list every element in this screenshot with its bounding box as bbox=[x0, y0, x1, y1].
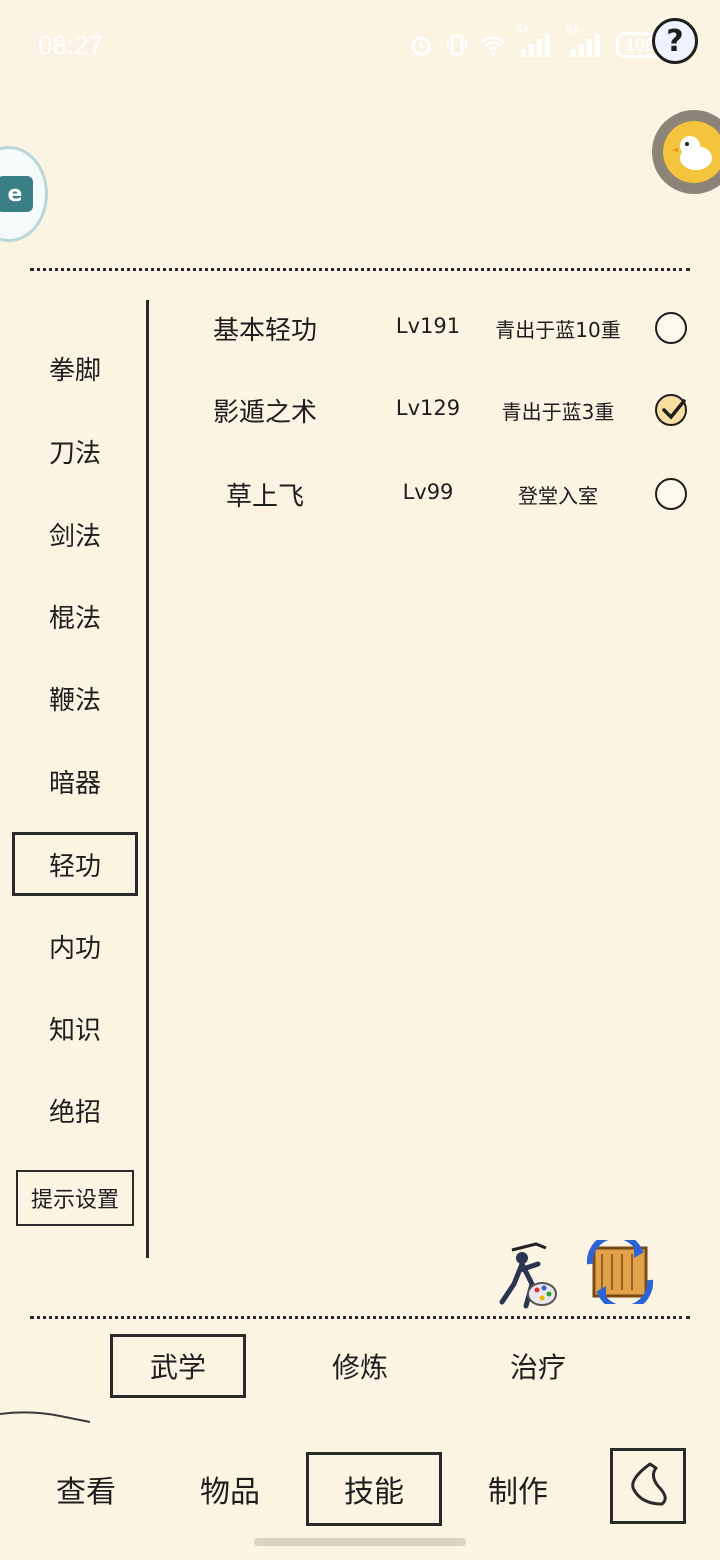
floating-app-button[interactable]: e bbox=[0, 146, 48, 242]
duck-icon bbox=[663, 121, 720, 183]
equip-radio[interactable] bbox=[655, 478, 687, 510]
skill-row[interactable]: 影遁之术 Lv129 青出于蓝3重 bbox=[150, 380, 720, 440]
skill-level: Lv191 bbox=[395, 314, 461, 338]
skill-rank: 登堂入室 bbox=[518, 484, 598, 508]
category-quanjiao[interactable]: 拳脚 bbox=[12, 336, 138, 400]
alarm-icon bbox=[408, 32, 434, 58]
equip-radio-checked[interactable] bbox=[655, 394, 687, 426]
signal-icon-2: 5A bbox=[566, 24, 606, 58]
tab-wuxue[interactable]: 武学 bbox=[110, 1334, 246, 1398]
help-icon: ? bbox=[666, 23, 684, 59]
category-anqi[interactable]: 暗器 bbox=[12, 749, 138, 813]
tab-zhiliao[interactable]: 治疗 bbox=[470, 1334, 606, 1398]
back-button[interactable] bbox=[610, 1448, 686, 1524]
top-divider bbox=[30, 268, 690, 271]
category-daofa[interactable]: 刀法 bbox=[12, 419, 138, 483]
sidebar-divider bbox=[146, 300, 149, 1258]
category-gunfa[interactable]: 棍法 bbox=[12, 584, 138, 648]
category-qinggong[interactable]: 轻功 bbox=[12, 832, 138, 896]
app-logo-icon: e bbox=[0, 176, 33, 212]
skill-level: Lv99 bbox=[402, 480, 454, 504]
category-juezhao[interactable]: 绝招 bbox=[12, 1078, 138, 1142]
back-arrow-icon bbox=[631, 1462, 667, 1506]
signal-label: 5A bbox=[515, 24, 531, 36]
skill-name: 影遁之术 bbox=[212, 398, 317, 428]
category-zhishi[interactable]: 知识 bbox=[12, 996, 138, 1060]
status-time: 08:27 bbox=[38, 30, 104, 60]
category-neigong[interactable]: 内功 bbox=[12, 914, 138, 978]
nav-view[interactable]: 查看 bbox=[18, 1452, 154, 1526]
skill-name: 基本轻功 bbox=[212, 316, 317, 346]
bottom-divider bbox=[30, 1316, 690, 1319]
home-indicator[interactable] bbox=[254, 1538, 466, 1546]
warrior-palette-icon[interactable] bbox=[492, 1240, 562, 1312]
category-jianfa[interactable]: 剑法 bbox=[12, 502, 138, 566]
skill-level: Lv129 bbox=[395, 396, 461, 420]
wifi-icon bbox=[480, 32, 506, 58]
equip-radio[interactable] bbox=[655, 312, 687, 344]
skill-rank: 青出于蓝3重 bbox=[501, 400, 615, 424]
swap-scroll-icon[interactable] bbox=[584, 1232, 656, 1312]
check-icon bbox=[662, 399, 686, 420]
skill-row[interactable]: 基本轻功 Lv191 青出于蓝10重 bbox=[150, 298, 720, 358]
signal-label-2: 5A bbox=[565, 24, 581, 36]
skill-name: 草上飞 bbox=[225, 482, 304, 512]
nav-skills[interactable]: 技能 bbox=[306, 1452, 442, 1526]
help-button[interactable]: ? bbox=[652, 18, 698, 64]
nav-items[interactable]: 物品 bbox=[162, 1452, 298, 1526]
nav-craft[interactable]: 制作 bbox=[450, 1452, 586, 1526]
category-bianfa[interactable]: 鞭法 bbox=[12, 666, 138, 730]
hint-settings-button[interactable]: 提示设置 bbox=[16, 1170, 134, 1226]
tab-xiulian[interactable]: 修炼 bbox=[292, 1334, 428, 1398]
vibrate-icon bbox=[444, 32, 470, 58]
status-icons: 5A 5A 100 bbox=[408, 24, 664, 58]
signal-icon: 5A bbox=[516, 24, 556, 58]
floating-duck-button[interactable] bbox=[652, 110, 720, 194]
skill-row[interactable]: 草上飞 Lv99 登堂入室 bbox=[150, 464, 720, 524]
skill-rank: 青出于蓝10重 bbox=[495, 318, 621, 342]
